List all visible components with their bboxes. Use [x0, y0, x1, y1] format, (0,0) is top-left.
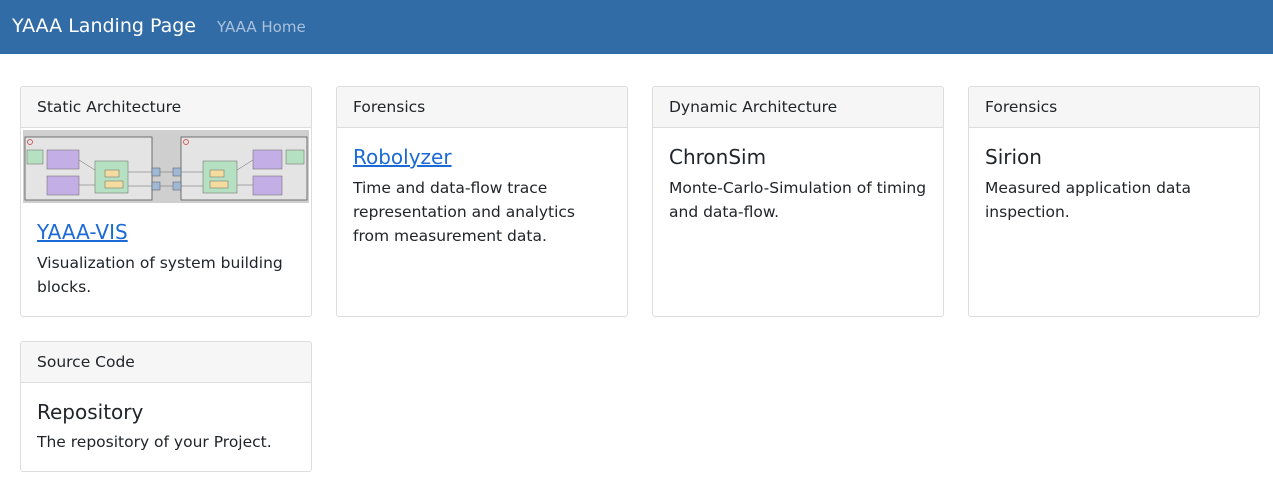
navbar: YAAA Landing Page YAAA Home — [0, 0, 1273, 54]
card-header: Source Code — [21, 342, 311, 383]
yaaa-vis-link[interactable]: YAAA-VIS — [37, 220, 128, 244]
card-title: ChronSim — [669, 145, 767, 169]
card-static-architecture: Static Architecture YAAA-VIS Visualizati… — [20, 86, 312, 317]
card-header: Dynamic Architecture — [653, 87, 943, 128]
card-dynamic-architecture: Dynamic Architecture ChronSim Monte-Carl… — [652, 86, 944, 317]
card-text: Time and data-flow trace representation … — [353, 179, 575, 245]
architecture-diagram-image[interactable] — [23, 130, 309, 203]
card-text: Measured application data inspection. — [985, 179, 1191, 221]
card-title: Repository — [37, 400, 144, 424]
card-title: Sirion — [985, 145, 1042, 169]
card-title: Robolyzer — [353, 144, 611, 170]
card-forensics-robolyzer: Forensics Robolyzer Time and data-flow t… — [336, 86, 628, 317]
robolyzer-link[interactable]: Robolyzer — [353, 145, 452, 169]
card-header: Forensics — [969, 87, 1259, 128]
card-text: The repository of your Project. — [37, 433, 272, 451]
card-text: Visualization of system building blocks. — [37, 254, 283, 296]
card-header: Forensics — [337, 87, 627, 128]
brand-link[interactable]: YAAA Landing Page — [12, 14, 196, 38]
card-source-code: Source Code Repository The repository of… — [20, 341, 312, 472]
card-text: Monte-Carlo-Simulation of timing and dat… — [669, 179, 927, 221]
card-title: YAAA-VIS — [37, 219, 295, 245]
diagram-thumbnail — [23, 130, 309, 203]
card-forensics-sirion: Forensics Sirion Measured application da… — [968, 86, 1260, 317]
nav-link-home[interactable]: YAAA Home — [217, 17, 306, 37]
card-header: Static Architecture — [21, 87, 311, 128]
